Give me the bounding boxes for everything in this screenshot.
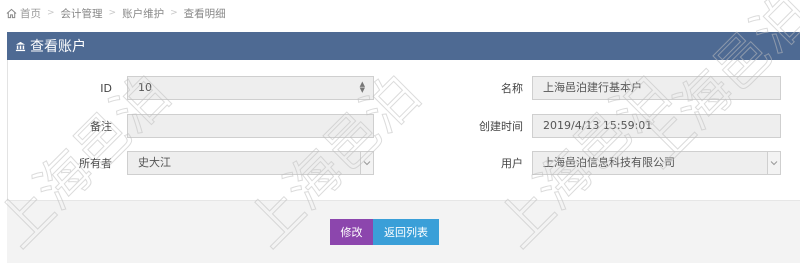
- spinner-down-icon[interactable]: ▼: [360, 87, 365, 94]
- chevron-down-icon: [770, 161, 778, 166]
- remark-field[interactable]: [127, 114, 374, 138]
- page-title: 查看账户: [30, 39, 86, 55]
- breadcrumb-separator: >: [47, 8, 55, 18]
- name-label: 名称: [501, 82, 523, 95]
- edit-button[interactable]: 修改: [330, 219, 373, 245]
- breadcrumb-accounting[interactable]: 会计管理: [61, 6, 103, 21]
- created-time-label: 创建时间: [479, 120, 523, 133]
- owner-value: 史大江: [138, 156, 171, 169]
- user-select[interactable]: 上海邑泊信息科技有限公司: [532, 151, 781, 175]
- breadcrumb-current: 查看明细: [183, 7, 226, 20]
- form-row: ID 10 ▲ ▼ 名称 上海邑泊建行基本户: [8, 76, 800, 102]
- number-spinner[interactable]: ▲ ▼: [360, 81, 365, 94]
- name-field[interactable]: 上海邑泊建行基本户: [532, 76, 781, 100]
- owner-dropdown-button[interactable]: [360, 152, 373, 174]
- user-dropdown-button[interactable]: [767, 152, 780, 174]
- form-row: 所有者 史大江 用户 上海邑泊信息科技有限公司: [8, 151, 800, 177]
- account-detail-form: ID 10 ▲ ▼ 名称 上海邑泊建行基本户 备注 创建时间 2019/4/13…: [7, 60, 800, 200]
- breadcrumb-account-maintenance[interactable]: 账户维护: [122, 6, 164, 21]
- home-icon: [6, 8, 17, 18]
- id-field[interactable]: 10 ▲ ▼: [127, 76, 374, 100]
- breadcrumb-separator: >: [170, 8, 178, 18]
- id-label: ID: [100, 82, 112, 95]
- bank-icon: [15, 41, 26, 51]
- created-time-value: 2019/4/13 15:59:01: [543, 119, 653, 132]
- id-value: 10: [138, 81, 152, 94]
- created-time-field[interactable]: 2019/4/13 15:59:01: [532, 114, 781, 138]
- panel-header: 查看账户: [7, 32, 800, 60]
- breadcrumb-home-label: 首页: [20, 7, 41, 20]
- breadcrumb-separator: >: [108, 8, 117, 18]
- user-label: 用户: [501, 157, 523, 170]
- back-to-list-button[interactable]: 返回列表: [373, 219, 439, 245]
- form-row: 备注 创建时间 2019/4/13 15:59:01: [8, 114, 800, 140]
- breadcrumb: 首页 > 会计管理 > 账户维护 > 查看明细: [6, 0, 800, 26]
- user-value: 上海邑泊信息科技有限公司: [543, 156, 675, 169]
- owner-label: 所有者: [79, 157, 112, 170]
- remark-label: 备注: [90, 120, 112, 133]
- breadcrumb-home[interactable]: 首页: [6, 6, 41, 21]
- form-actions: 修改 返回列表: [7, 200, 800, 263]
- owner-select[interactable]: 史大江: [127, 151, 374, 175]
- name-value: 上海邑泊建行基本户: [543, 81, 642, 94]
- chevron-down-icon: [363, 161, 371, 166]
